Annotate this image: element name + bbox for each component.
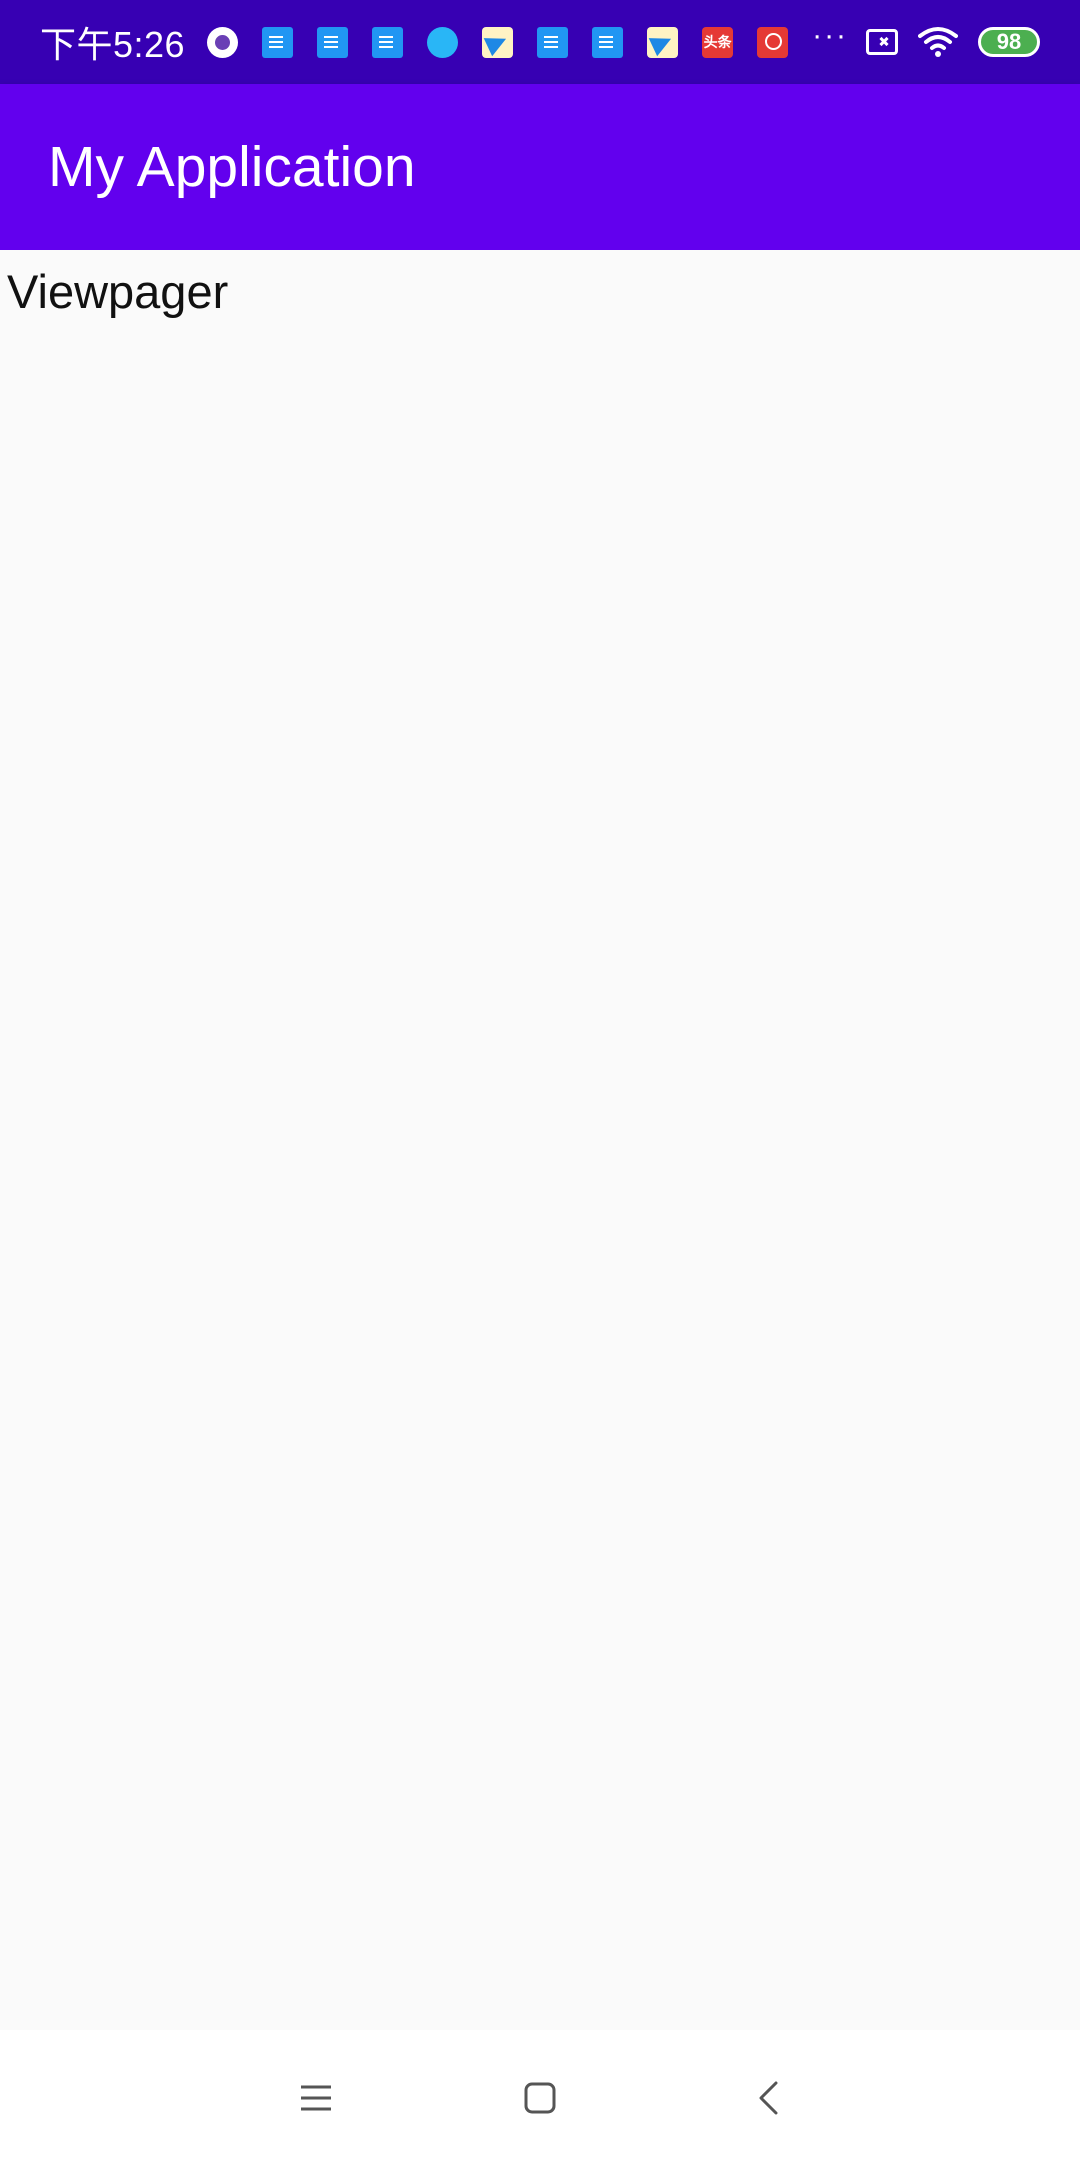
news-app-icon: 头条 [702, 26, 734, 58]
document-icon [372, 26, 404, 58]
planet-icon [427, 26, 459, 58]
wifi-icon [918, 27, 958, 57]
document-icon [537, 26, 569, 58]
document-icon [262, 26, 294, 58]
battery-icon: 98 [978, 27, 1040, 57]
status-bar: 下午5:26 头条 ··· 98 [0, 0, 1080, 84]
menu-icon [301, 2085, 331, 2111]
paper-plane-icon [482, 26, 514, 58]
app-title: My Application [48, 135, 416, 199]
status-indicators: 98 [866, 26, 1040, 58]
recent-apps-button[interactable] [288, 2070, 344, 2126]
app-bar: My Application [0, 84, 1080, 250]
home-button[interactable] [512, 2070, 568, 2126]
home-icon [524, 2082, 556, 2114]
no-sim-icon [866, 29, 898, 55]
back-button[interactable] [740, 2070, 796, 2126]
document-icon [592, 26, 624, 58]
document-icon [317, 26, 349, 58]
screen: 下午5:26 头条 ··· 98 My Application Viewpage… [0, 0, 1080, 2160]
status-time: 下午5:26 [40, 24, 186, 65]
navigation-bar [0, 2030, 1080, 2160]
more-notifications-icon: ··· [812, 19, 849, 52]
red-app-icon [757, 26, 789, 58]
back-icon [759, 2081, 778, 2115]
viewpager-content[interactable]: Viewpager [0, 250, 1080, 2030]
circle-app-icon [207, 26, 239, 58]
notification-icons: 头条 ··· [207, 21, 848, 58]
viewpager-label: Viewpager [7, 265, 229, 318]
paper-plane-icon [647, 26, 679, 58]
